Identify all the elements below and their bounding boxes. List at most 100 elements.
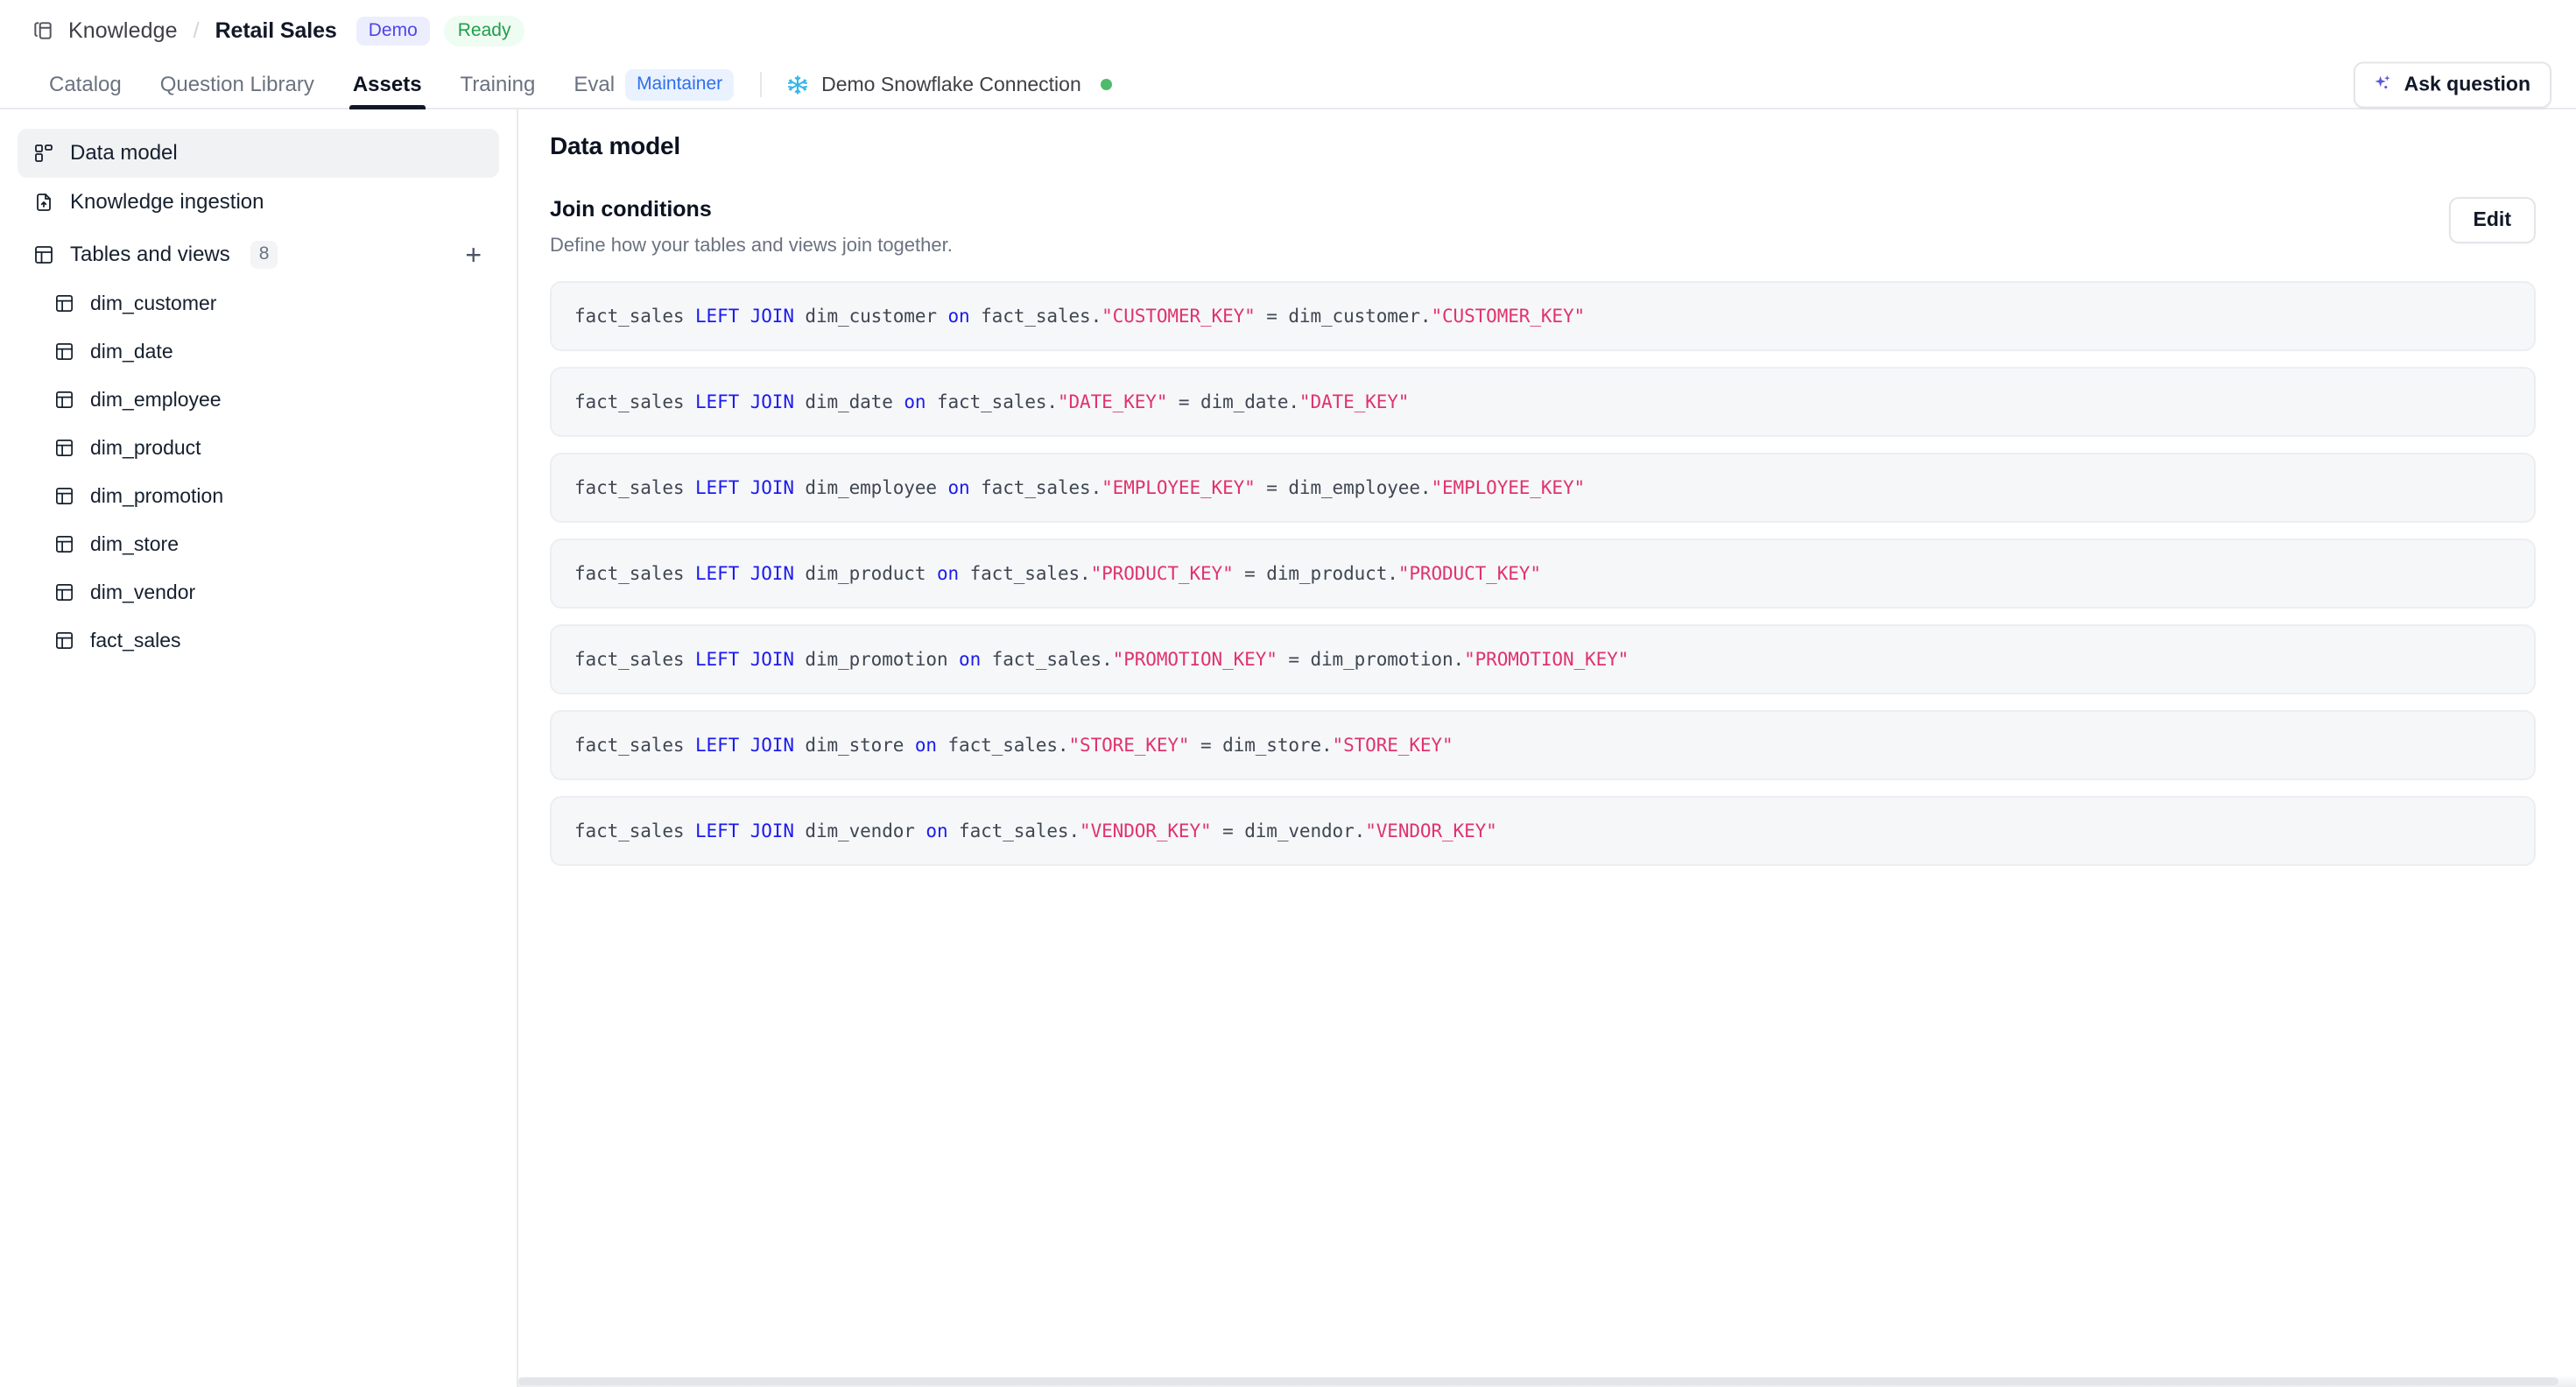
sql-keyword: on [947,306,970,327]
join-condition-code: fact_sales LEFT JOIN dim_customer on fac… [574,306,1586,327]
snowflake-icon [786,74,809,96]
sidebar-table-label: dim_promotion [90,484,224,507]
connection-indicator[interactable]: Demo Snowflake Connection [786,61,1112,108]
breadcrumb-current: Retail Sales [215,18,337,43]
badge-demo: Demo [355,16,430,46]
sidebar-table-list: dim_customer dim_date dim_employee dim_p… [18,279,499,665]
sql-identifier: "PROMOTION_KEY" [1112,649,1277,670]
join-condition-code: fact_sales LEFT JOIN dim_date on fact_sa… [574,391,1410,412]
section-title: Join conditions [550,197,712,222]
tab-assets-label: Assets [352,72,422,96]
sql-identifier: "PROMOTION_KEY" [1464,649,1629,670]
sql-identifier: "CUSTOMER_KEY" [1431,306,1586,327]
tab-catalog-label: Catalog [49,72,122,96]
sql-identifier: "PRODUCT_KEY" [1090,563,1234,584]
table-icon [53,340,76,363]
data-model-panel: Data model Join conditions Define how yo… [518,109,2576,1387]
layout-dashboard-icon [32,142,55,165]
badge-maintainer: Maintainer [625,68,735,101]
sidebar-group-tables-and-views[interactable]: Tables and views 8 + [18,230,499,279]
sql-identifier: "DATE_KEY" [1299,391,1410,412]
sql-keyword: on [914,735,937,756]
ask-question-button[interactable]: Ask question [2353,61,2551,108]
tab-question-library[interactable]: Question Library [141,61,334,108]
sql-identifier: "EMPLOYEE_KEY" [1101,477,1256,498]
sidebar-group-count: 8 [250,241,278,269]
sidebar-item-data-model-label: Data model [70,141,178,165]
sql-keyword: on [926,820,948,841]
join-conditions-list: fact_sales LEFT JOIN dim_customer on fac… [550,281,2536,866]
sidebar-table-label: dim_customer [90,292,217,314]
sql-identifier: "DATE_KEY" [1057,391,1168,412]
primary-tab-bar: Catalog Question Library Assets Training… [0,61,2576,109]
sidebar-item-knowledge-ingestion[interactable]: Knowledge ingestion [18,178,499,227]
file-upload-icon [32,191,55,215]
join-condition-code: fact_sales LEFT JOIN dim_product on fact… [574,563,1541,584]
table-icon [53,629,76,652]
join-condition-row[interactable]: fact_sales LEFT JOIN dim_store on fact_s… [550,710,2536,780]
join-condition-code: fact_sales LEFT JOIN dim_promotion on fa… [574,649,1629,670]
horizontal-scrollbar[interactable] [518,1375,2576,1387]
tab-catalog[interactable]: Catalog [30,61,141,108]
status-badge-ready: Ready [443,15,525,46]
breadcrumb-root-link[interactable]: Knowledge [68,18,178,44]
tab-list: Catalog Question Library Assets Training… [30,61,735,109]
sql-identifier: "STORE_KEY" [1068,735,1190,756]
sparkle-icon [2371,73,2393,95]
join-condition-row[interactable]: fact_sales LEFT JOIN dim_date on fact_sa… [550,367,2536,437]
connection-label: Demo Snowflake Connection [821,73,1081,95]
sidebar-table-label: dim_date [90,340,173,363]
sql-keyword: on [904,391,926,412]
sql-keyword: LEFT JOIN [694,477,794,498]
sidebar-table-dim-employee[interactable]: dim_employee [18,376,499,424]
sidebar-table-dim-store[interactable]: dim_store [18,520,499,568]
sidebar-table-dim-vendor[interactable]: dim_vendor [18,568,499,616]
sql-keyword: LEFT JOIN [694,391,794,412]
table-icon [53,388,76,412]
sidebar-table-fact-sales[interactable]: fact_sales [18,616,499,665]
table-icon [53,532,76,556]
join-conditions-heading-group: Join conditions Define how your tables a… [550,197,953,257]
add-table-button[interactable]: + [465,241,485,269]
sidebar-item-knowledge-ingestion-label: Knowledge ingestion [70,190,264,214]
sidebar-table-dim-product[interactable]: dim_product [18,424,499,472]
sidebar-table-label: dim_employee [90,388,222,411]
sql-keyword: on [959,649,982,670]
sidebar-table-dim-customer[interactable]: dim_customer [18,279,499,327]
sidebar-table-dim-promotion[interactable]: dim_promotion [18,472,499,520]
library-copy-icon [30,18,56,44]
table-icon [53,292,76,315]
sidebar-table-label: fact_sales [90,629,181,651]
tabbar-divider [760,72,763,97]
sidebar-item-data-model[interactable]: Data model [18,129,499,178]
tab-training[interactable]: Training [441,61,555,108]
sql-keyword: LEFT JOIN [694,306,794,327]
join-condition-row[interactable]: fact_sales LEFT JOIN dim_employee on fac… [550,453,2536,523]
tab-eval-label: Eval [574,72,616,96]
join-conditions-header: Join conditions Define how your tables a… [550,197,2536,257]
breadcrumb-bar: Knowledge / Retail Sales Demo Ready [0,0,2576,61]
tab-eval[interactable]: Eval [554,61,623,108]
join-condition-code: fact_sales LEFT JOIN dim_store on fact_s… [574,735,1453,756]
table-icon [32,243,55,267]
section-subtitle: Define how your tables and views join to… [550,234,953,256]
assets-sidebar: Data model Knowledge ingestion Tables an… [0,109,518,1387]
sql-identifier: "STORE_KEY" [1332,735,1453,756]
breadcrumb-separator: / [193,18,200,43]
tab-question-library-label: Question Library [159,72,314,96]
sidebar-table-dim-date[interactable]: dim_date [18,327,499,376]
edit-button[interactable]: Edit [2448,197,2536,243]
join-condition-row[interactable]: fact_sales LEFT JOIN dim_promotion on fa… [550,624,2536,694]
sql-keyword: on [936,563,960,584]
sql-keyword: LEFT JOIN [694,820,794,841]
join-condition-row[interactable]: fact_sales LEFT JOIN dim_product on fact… [550,539,2536,609]
tab-assets[interactable]: Assets [334,61,441,109]
sql-keyword: LEFT JOIN [694,563,794,584]
sidebar-group-label: Tables and views [70,243,230,266]
join-condition-row[interactable]: fact_sales LEFT JOIN dim_customer on fac… [550,281,2536,351]
horizontal-scrollbar-thumb[interactable] [518,1377,2558,1385]
sidebar-table-label: dim_product [90,436,201,459]
sql-identifier: "PRODUCT_KEY" [1397,563,1541,584]
sql-identifier: "VENDOR_KEY" [1080,820,1212,841]
join-condition-row[interactable]: fact_sales LEFT JOIN dim_vendor on fact_… [550,796,2536,866]
